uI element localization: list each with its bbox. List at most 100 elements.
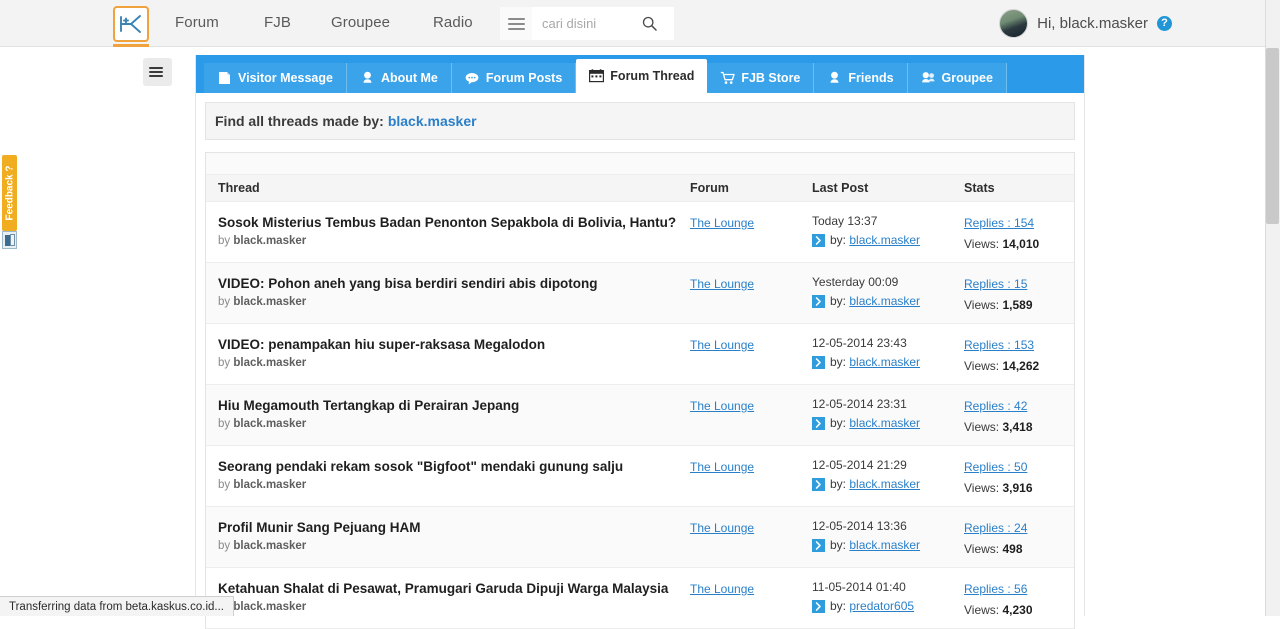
replies-link[interactable]: Replies : 50 (964, 460, 1027, 474)
forum-link[interactable]: The Lounge (690, 521, 754, 535)
user-menu[interactable]: Hi, black.masker ? (999, 9, 1172, 38)
search-box[interactable] (532, 7, 674, 40)
table-row[interactable]: Ketahuan Shalat di Pesawat, Pramugari Ga… (206, 568, 1074, 629)
replies-link[interactable]: Replies : 42 (964, 399, 1027, 413)
feedback-label: Feedback ? (4, 165, 15, 220)
last-post-cell: 12-05-2014 23:31by: black.masker (810, 397, 962, 434)
nav-link-radio[interactable]: Radio (433, 14, 473, 31)
tab-fjb-store[interactable]: FJB Store (707, 63, 814, 93)
tab-label: FJB Store (741, 71, 800, 85)
forum-link[interactable]: The Lounge (690, 399, 754, 413)
forum-link[interactable]: The Lounge (690, 277, 754, 291)
replies-link[interactable]: Replies : 154 (964, 216, 1034, 230)
tab-groupee[interactable]: Groupee (908, 63, 1007, 93)
last-post-date: Yesterday 00:09 (812, 275, 960, 289)
replies-link[interactable]: Replies : 15 (964, 277, 1027, 291)
thread-title-link[interactable]: VIDEO: penampakan hiu super-raksasa Mega… (218, 336, 686, 353)
views-text: Views: 14,010 (964, 237, 1070, 251)
last-post-by-prefix: by: (830, 294, 846, 308)
thread-author: by black.masker (218, 418, 686, 430)
scrollbar-thumb[interactable] (1266, 48, 1279, 224)
table-row[interactable]: Sosok Misterius Tembus Badan Penonton Se… (206, 202, 1074, 263)
thread-title-link[interactable]: Sosok Misterius Tembus Badan Penonton Se… (218, 214, 686, 231)
page-scrollbar[interactable] (1265, 0, 1280, 616)
sidebar-toggle-button[interactable] (143, 58, 172, 86)
thread-title-link[interactable]: Hiu Megamouth Tertangkap di Perairan Jep… (218, 397, 686, 414)
forum-link[interactable]: The Lounge (690, 338, 754, 352)
last-post-cell: 11-05-2014 01:40by: predator605 (810, 580, 962, 617)
thread-title-link[interactable]: Ketahuan Shalat di Pesawat, Pramugari Ga… (218, 580, 686, 597)
views-count: 4,230 (1002, 603, 1032, 617)
forum-link[interactable]: The Lounge (690, 582, 754, 596)
last-post-by-prefix: by: (830, 599, 846, 613)
feedback-thumbnail-icon[interactable] (2, 231, 17, 249)
last-post-by-prefix: by: (830, 477, 846, 491)
thread-cell: VIDEO: penampakan hiu super-raksasa Mega… (206, 336, 688, 373)
profile-tab-bar: Visitor Message About Me Forum Posts (196, 55, 1084, 93)
last-post-cell: 12-05-2014 13:36 by: black.masker (810, 519, 962, 556)
kaskus-logo[interactable] (113, 6, 149, 42)
tab-about-me[interactable]: About Me (347, 63, 452, 93)
search-icon[interactable] (636, 16, 662, 31)
forum-link[interactable]: The Lounge (690, 460, 754, 474)
thread-title-link[interactable]: Seorang pendaki rekam sosok "Bigfoot" me… (218, 458, 686, 475)
search-input[interactable] (532, 8, 636, 39)
forum-link[interactable]: The Lounge (690, 216, 754, 230)
nav-link-forum[interactable]: Forum (175, 14, 219, 31)
last-post-by-link[interactable]: predator605 (849, 599, 914, 613)
goto-last-post-icon[interactable] (812, 356, 825, 369)
tab-visitor-message[interactable]: Visitor Message (204, 63, 347, 93)
find-username-link[interactable]: black.masker (388, 113, 477, 129)
forum-cell: The Lounge (688, 519, 810, 556)
goto-last-post-icon[interactable] (812, 478, 825, 491)
table-row[interactable]: Profil Munir Sang Pejuang HAMby black.ma… (206, 507, 1074, 568)
table-header-row: Thread Forum Last Post Stats (206, 175, 1074, 202)
replies-link[interactable]: Replies : 24 (964, 521, 1027, 535)
thread-title-link[interactable]: VIDEO: Pohon aneh yang bisa berdiri send… (218, 275, 686, 292)
last-post-author: by: black.masker (812, 294, 960, 308)
tab-forum-thread[interactable]: Forum Thread (576, 59, 707, 93)
goto-last-post-icon[interactable] (812, 295, 825, 308)
feedback-tab[interactable]: Feedback ? (2, 155, 17, 231)
stats-cell: Replies : 56 Views: 4,230 (962, 580, 1072, 617)
avatar[interactable] (999, 9, 1028, 38)
last-post-date: 12-05-2014 13:36 (812, 519, 960, 533)
table-row[interactable]: Hiu Megamouth Tertangkap di Perairan Jep… (206, 385, 1074, 446)
views-count: 498 (1002, 542, 1022, 556)
goto-last-post-icon[interactable] (812, 417, 825, 430)
goto-last-post-icon[interactable] (812, 600, 825, 613)
column-header-stats: Stats (962, 181, 1072, 195)
last-post-by-link[interactable]: black.masker (849, 416, 920, 430)
help-icon[interactable]: ? (1157, 16, 1172, 31)
nav-link-fjb[interactable]: FJB (264, 14, 291, 31)
tab-forum-posts[interactable]: Forum Posts (452, 63, 576, 93)
goto-last-post-icon[interactable] (812, 539, 825, 552)
tab-friends[interactable]: Friends (814, 63, 907, 93)
table-row[interactable]: VIDEO: Pohon aneh yang bisa berdiri send… (206, 263, 1074, 324)
menu-hamburger-button[interactable] (500, 7, 532, 40)
last-post-by-link[interactable]: black.masker (849, 294, 920, 308)
goto-last-post-icon[interactable] (812, 234, 825, 247)
table-row[interactable]: VIDEO: penampakan hiu super-raksasa Mega… (206, 324, 1074, 385)
last-post-by-prefix: by: (830, 355, 846, 369)
replies-link[interactable]: Replies : 56 (964, 582, 1027, 596)
forum-cell: The Lounge (688, 397, 810, 434)
nav-link-groupee[interactable]: Groupee (331, 14, 390, 31)
thread-author-prefix: by (218, 296, 230, 308)
thread-author: by black.masker (218, 479, 686, 491)
last-post-by-link[interactable]: black.masker (849, 538, 920, 552)
last-post-by-link[interactable]: black.masker (849, 477, 920, 491)
last-post-by-link[interactable]: black.masker (849, 233, 920, 247)
forum-cell: The Lounge (688, 458, 810, 495)
kaskus-k-icon (119, 13, 143, 35)
table-row[interactable]: Seorang pendaki rekam sosok "Bigfoot" me… (206, 446, 1074, 507)
person-icon (827, 71, 842, 86)
thread-title-link[interactable]: Profil Munir Sang Pejuang HAM (218, 519, 686, 536)
replies-link[interactable]: Replies : 153 (964, 338, 1034, 352)
views-label: Views: (964, 481, 999, 495)
calendar-icon (589, 69, 604, 84)
last-post-by-link[interactable]: black.masker (849, 355, 920, 369)
views-text: Views: 4,230 (964, 603, 1070, 617)
last-post-by-prefix: by: (830, 538, 846, 552)
thread-author-prefix: by (218, 418, 230, 430)
